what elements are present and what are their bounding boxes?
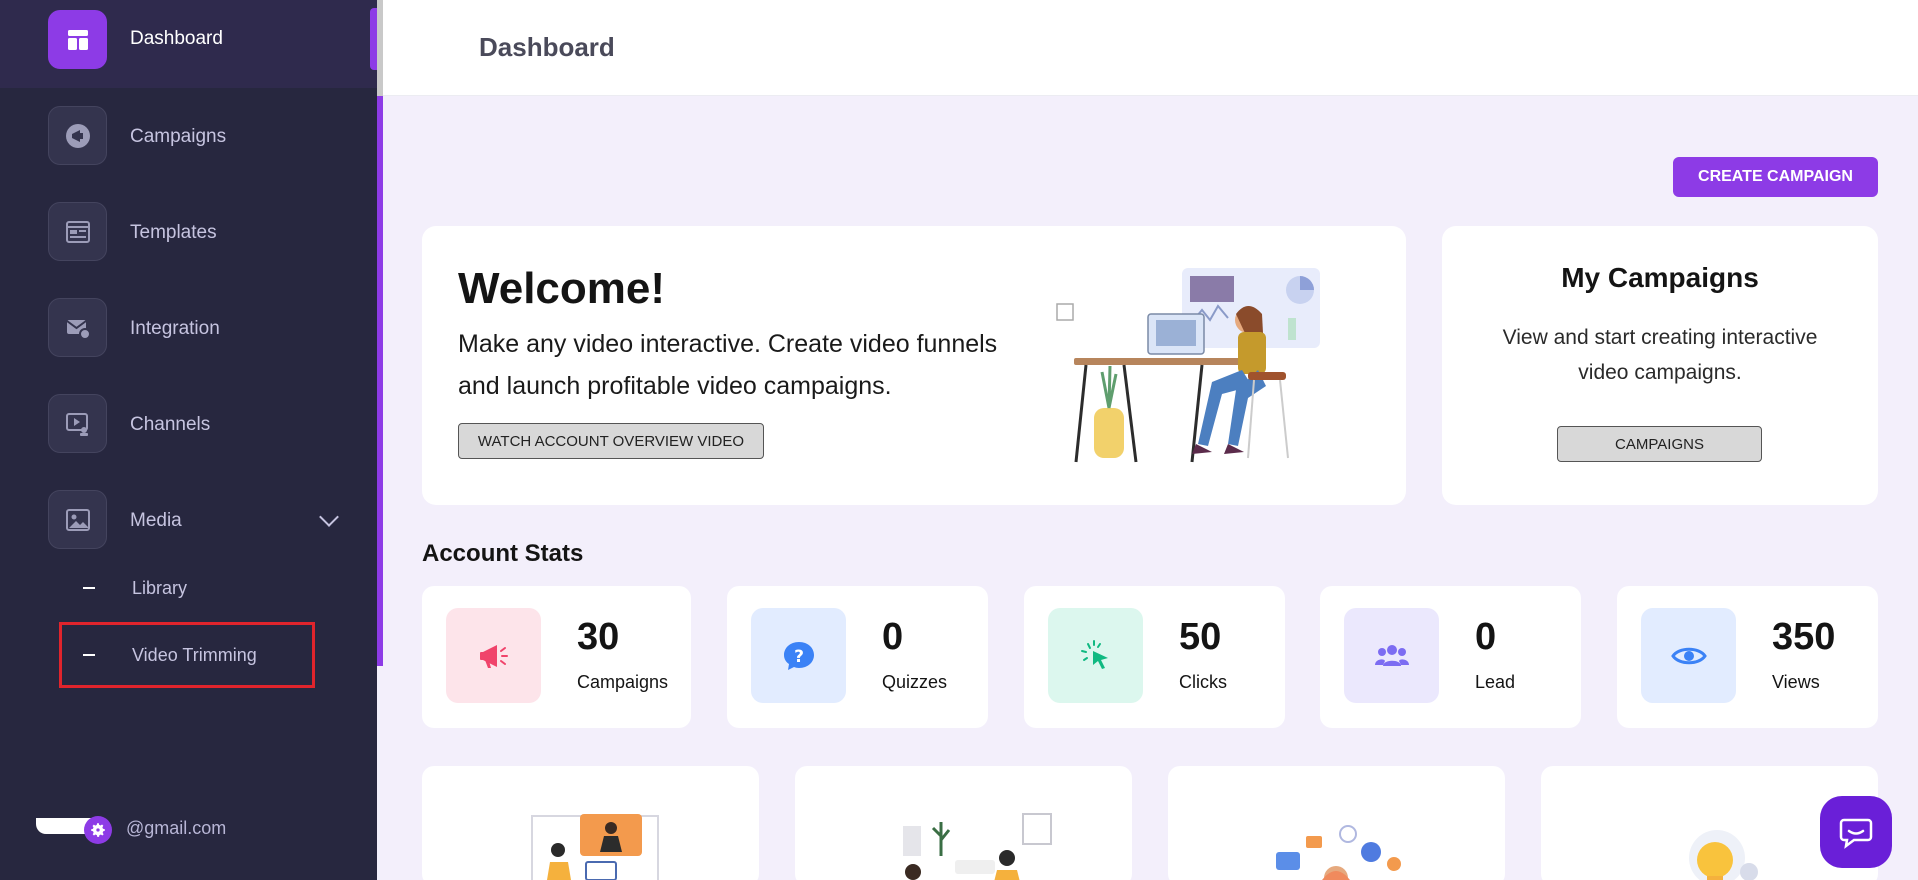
stat-value: 350 <box>1772 616 1836 658</box>
cursor-click-icon <box>1048 608 1143 703</box>
stat-card-lead[interactable]: 0 Lead <box>1320 586 1581 728</box>
feature-card[interactable] <box>1168 766 1505 880</box>
sidebar: Dashboard Campaigns Templates Integratio… <box>0 0 377 880</box>
chat-icon <box>1839 818 1873 849</box>
sidebar-item-channels[interactable]: Channels <box>0 376 377 472</box>
stat-value: 30 <box>577 616 620 658</box>
accent-strip <box>377 96 383 666</box>
user-profile[interactable]: @gmail.com <box>36 806 336 852</box>
dashboard-icon <box>48 10 107 69</box>
support-agent-illustration <box>1276 825 1401 880</box>
active-indicator <box>370 8 377 70</box>
sidebar-item-label: Media <box>130 510 182 531</box>
megaphone-icon <box>48 106 107 165</box>
sidebar-item-label: Templates <box>130 222 217 243</box>
sidebar-item-label: Campaigns <box>130 126 227 147</box>
sidebar-item-dashboard[interactable]: Dashboard <box>0 0 377 88</box>
stat-value: 0 <box>1475 616 1497 658</box>
account-stats-title: Account Stats <box>422 540 584 567</box>
users-icon <box>1344 608 1439 703</box>
my-campaigns-text: View and start creating interactive vide… <box>1502 326 1818 384</box>
sidebar-item-label: Integration <box>130 318 220 339</box>
feature-card[interactable] <box>422 766 759 880</box>
eye-icon <box>1641 608 1736 703</box>
stat-label: Quizzes <box>882 672 948 692</box>
stat-card-clicks[interactable]: 50 Clicks <box>1024 586 1285 728</box>
sidebar-item-integration[interactable]: Integration <box>0 280 377 376</box>
sidebar-subitem-library[interactable]: Library <box>60 558 314 618</box>
stat-card-views[interactable]: 350 Views <box>1617 586 1878 728</box>
gear-icon[interactable] <box>84 816 112 844</box>
feature-card[interactable] <box>795 766 1132 880</box>
sidebar-item-label: Channels <box>130 414 211 435</box>
welcome-title: Welcome! <box>458 264 666 313</box>
sidebar-item-media[interactable]: Media <box>0 472 377 568</box>
integration-icon <box>48 298 107 357</box>
page-title: Dashboard <box>479 32 615 62</box>
stat-value: 50 <box>1179 616 1222 658</box>
stat-card-quizzes[interactable]: ? 0 Quizzes <box>727 586 988 728</box>
megaphone-icon <box>446 608 541 703</box>
profile-email: @gmail.com <box>126 818 227 838</box>
welcome-card: Welcome! Make any video interactive. Cre… <box>422 226 1406 505</box>
stat-card-campaigns[interactable]: 30 Campaigns <box>422 586 691 728</box>
stat-label: Clicks <box>1179 672 1227 692</box>
chat-support-button[interactable] <box>1820 796 1892 868</box>
my-campaigns-card: My Campaigns View and start creating int… <box>1442 226 1878 505</box>
svg-text:?: ? <box>794 647 804 667</box>
template-icon <box>48 202 107 261</box>
sidebar-item-campaigns[interactable]: Campaigns <box>0 88 377 184</box>
video-presenter-illustration <box>531 814 659 880</box>
my-campaigns-title: My Campaigns <box>1561 262 1759 293</box>
campaigns-button[interactable]: CAMPAIGNS <box>1557 426 1762 462</box>
chevron-down-icon[interactable] <box>319 507 339 527</box>
question-icon: ? <box>751 608 846 703</box>
team-meeting-illustration <box>903 813 1052 880</box>
watch-overview-video-button[interactable]: WATCH ACCOUNT OVERVIEW VIDEO <box>458 423 764 459</box>
sidebar-subitem-label: Library <box>132 577 188 598</box>
app-root: Dashboard Campaigns Templates Integratio… <box>0 0 1918 880</box>
top-bar: Dashboard <box>383 0 1918 96</box>
welcome-text: Make any video interactive. Create video… <box>458 330 998 400</box>
channels-icon <box>48 394 107 453</box>
stat-label: Lead <box>1475 672 1516 692</box>
stat-label: Campaigns <box>577 672 669 692</box>
stat-value: 0 <box>882 616 904 658</box>
highlight-box <box>59 622 315 688</box>
media-icon <box>48 490 107 549</box>
sidebar-item-label: Dashboard <box>130 28 223 49</box>
sidebar-item-templates[interactable]: Templates <box>0 184 377 280</box>
stat-label: Views <box>1772 672 1820 692</box>
dash-icon <box>83 587 95 589</box>
workspace-illustration <box>1056 268 1320 463</box>
create-campaign-button[interactable]: CREATE CAMPAIGN <box>1673 157 1878 197</box>
